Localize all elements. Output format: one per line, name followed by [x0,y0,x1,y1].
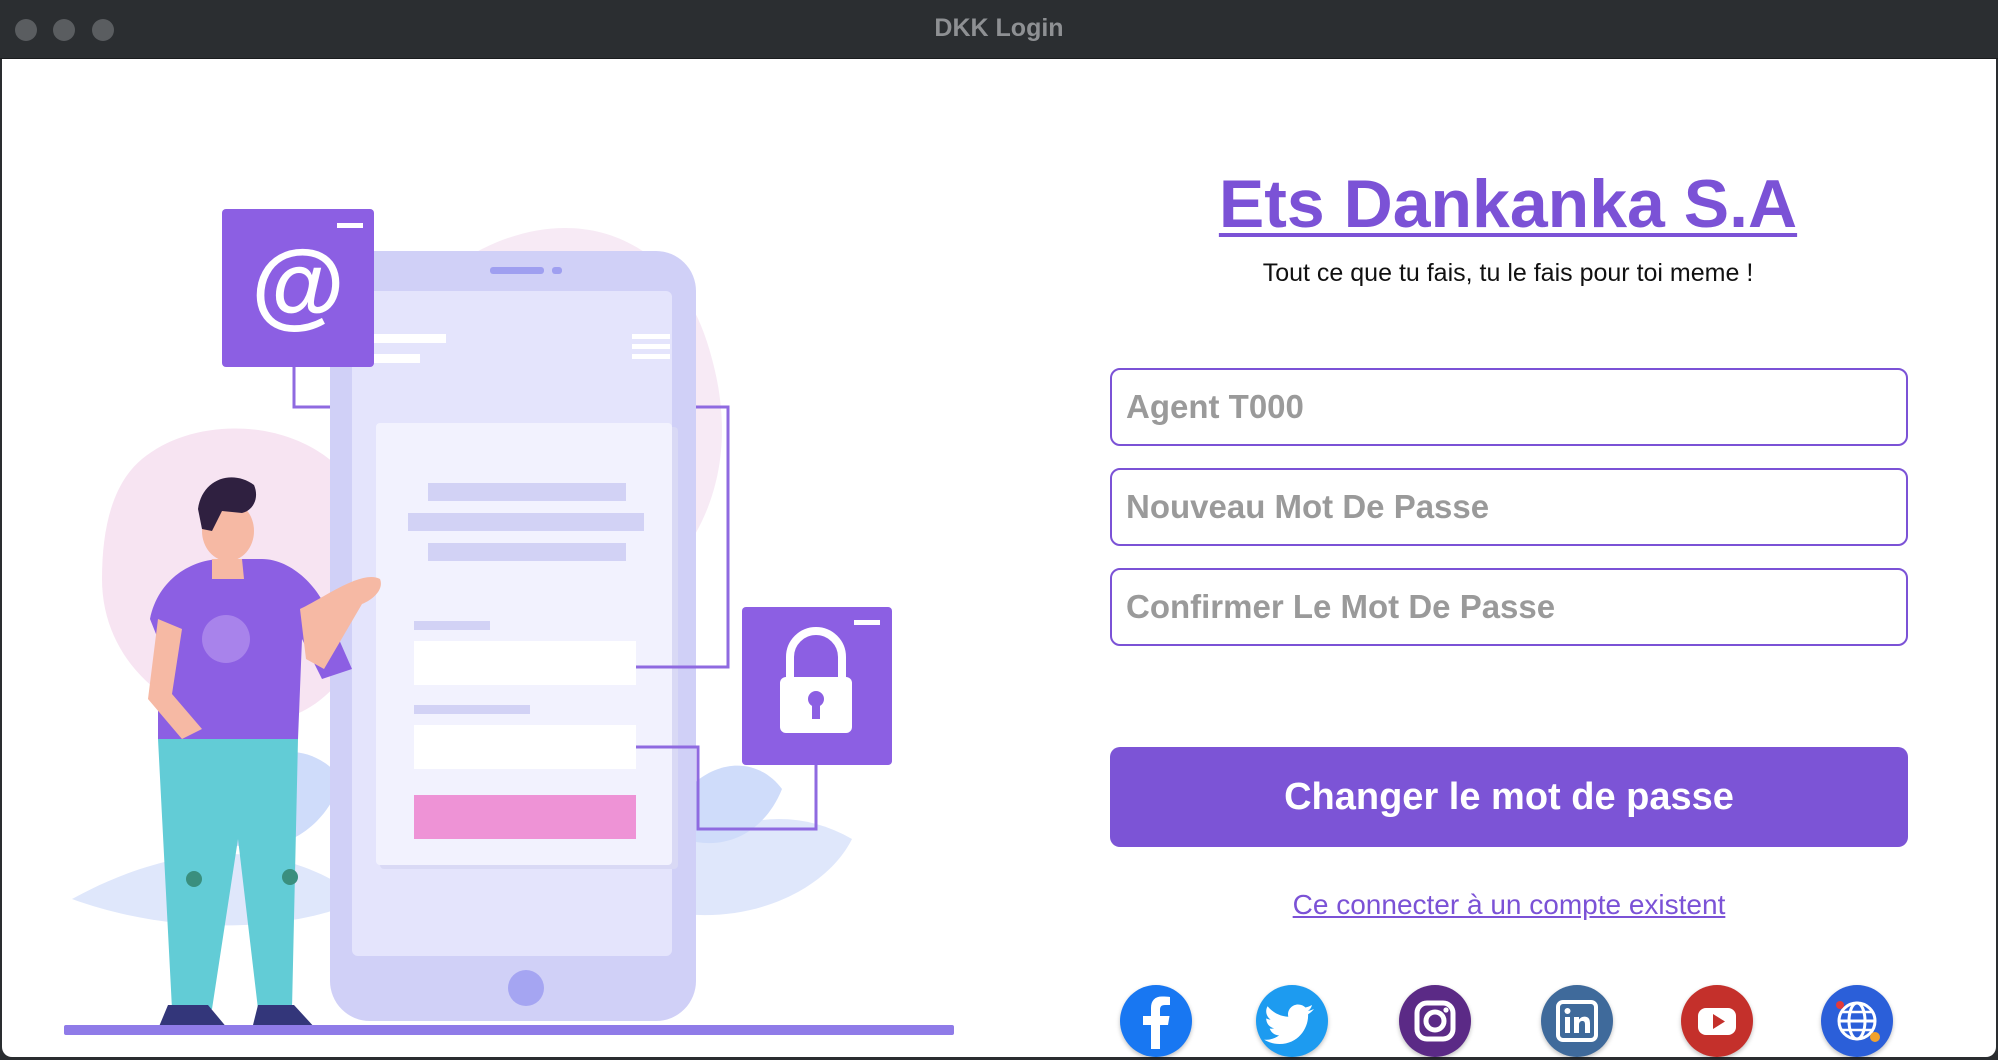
window-title: DKK Login [934,14,1064,42]
main-content: @ Ets Dankanka S.A Tout ce que tu fais, … [2,59,1996,1057]
linkedin-icon[interactable] [1541,985,1613,1057]
confirm-password-input[interactable] [1110,568,1908,646]
instagram-icon[interactable] [1399,985,1471,1057]
youtube-icon[interactable] [1681,985,1753,1057]
new-password-input[interactable] [1110,468,1908,546]
login-existing-account-link[interactable]: Ce connecter à un compte existent [1110,889,1908,921]
change-password-button[interactable]: Changer le mot de passe [1110,747,1908,847]
globe-icon[interactable] [1821,985,1893,1057]
app-window: DKK Login @ Ets Dankanka S.A Tout ce que… [0,0,1998,1060]
at-sign-icon: @ [251,231,345,338]
title-bar: DKK Login [0,0,1998,59]
username-input[interactable] [1110,368,1908,446]
login-illustration: @ [64,209,954,1035]
brand-title[interactable]: Ets Dankanka S.A [1102,165,1914,243]
brand-slogan: Tout ce que tu fais, tu le fais pour toi… [1262,259,1754,287]
twitter-icon[interactable] [1256,985,1328,1057]
facebook-icon[interactable] [1120,985,1192,1057]
